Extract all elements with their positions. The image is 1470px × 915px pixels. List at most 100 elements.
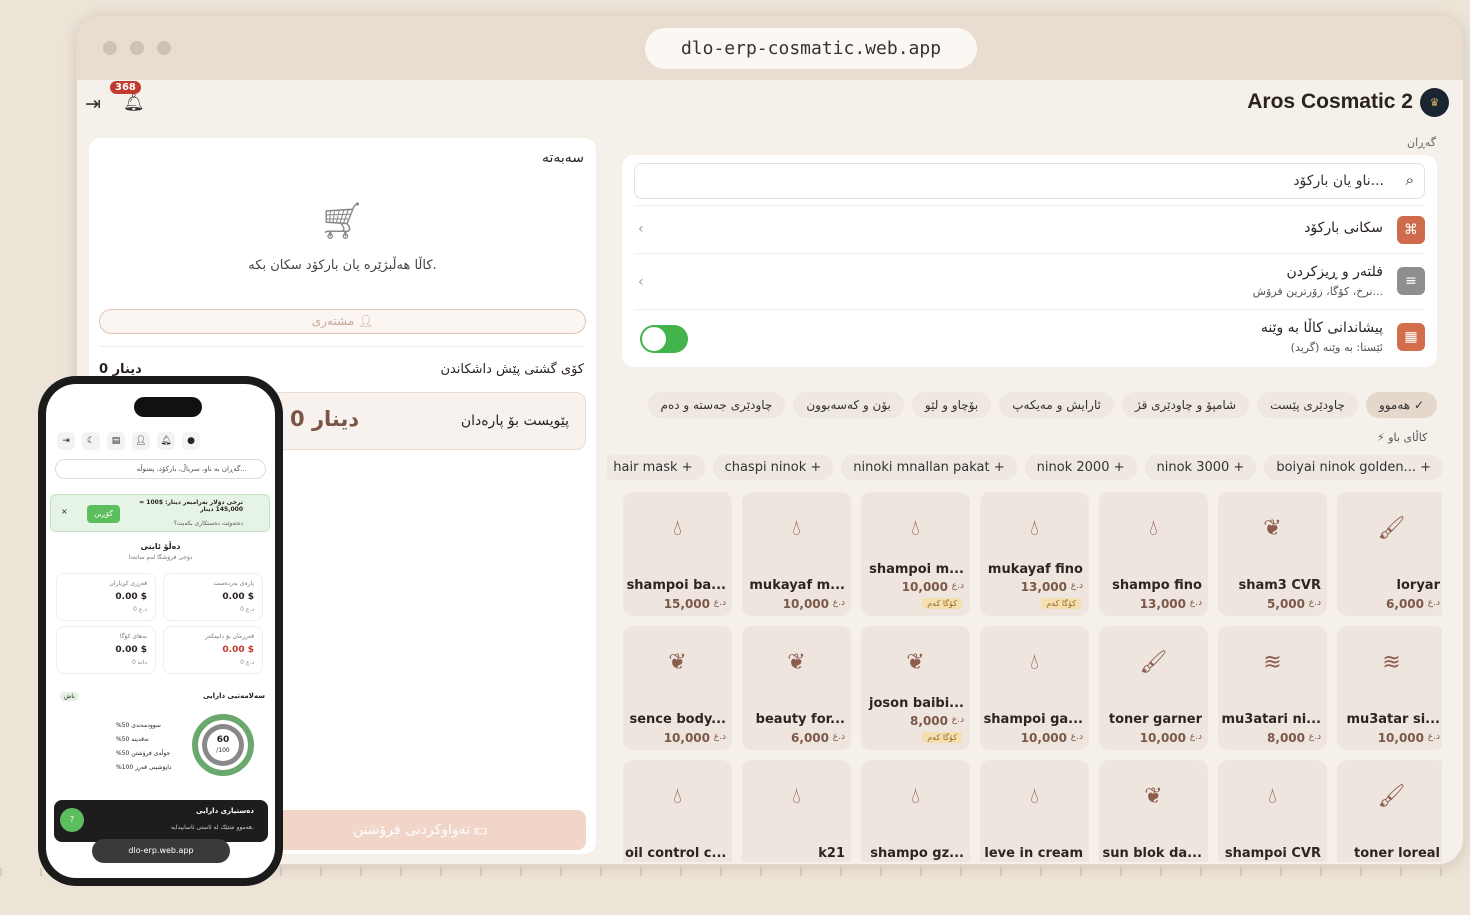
product-name: mu3atar si... (1346, 712, 1440, 727)
user-icon: 👤︎ (357, 314, 374, 328)
product-name: sence body... (629, 712, 727, 727)
product-card[interactable]: 💧︎ shampo fino 13,000 د.ع (1099, 492, 1208, 616)
bell-icon[interactable]: 🔔︎ (157, 432, 175, 450)
product-card[interactable]: ❦ sence body... 10,000 د.ع (623, 626, 732, 750)
phone-screen: ⇥ ☾ ▤ 👤︎ 🔔︎ ● گەڕان بە ناو، سریاڵ، بارکۆد، پس… (46, 384, 275, 878)
product-card[interactable]: 💧︎ oil control c... (623, 760, 732, 862)
health-score: 60 (216, 735, 230, 745)
close-icon[interactable]: × (61, 507, 68, 516)
product-card[interactable]: 💧︎ shampo gz... (861, 760, 970, 862)
leaf-icon: ❦ (787, 650, 806, 675)
health-score-max: /100 (216, 747, 230, 754)
product-card[interactable]: ❦sun blok da...8,000د.ع (1099, 760, 1208, 862)
product-card[interactable]: 🖌︎ toner garner 10,000 د.ع (1099, 626, 1208, 750)
phone-toolbar: ⇥ ☾ ▤ 👤︎ 🔔︎ ● (57, 432, 200, 450)
product-card[interactable]: ❦ joson baibi... 8,000 د.ع کۆگا کەم (861, 626, 970, 750)
quick-item[interactable]: + ninok 3000 (1144, 455, 1257, 480)
category-tab[interactable]: چاودێری پێست (1257, 392, 1358, 418)
category-tab[interactable]: شامپۆ و چاودێری قژ (1121, 392, 1250, 418)
sliders-icon: ≡ (1397, 267, 1425, 295)
quick-item[interactable]: + ninoki mnallan pakat (841, 455, 1017, 480)
checkout-button[interactable]: تەواوکردنی فرۆشتن 💵︎ (254, 810, 586, 850)
checkout-label: تەواوکردنی فرۆشتن (352, 822, 471, 838)
brand-logo-icon: ♛ (1420, 88, 1449, 117)
currency-label: د.ع (1070, 581, 1083, 591)
grid-view-toggle[interactable] (640, 325, 688, 353)
phone-address-bar[interactable]: dlo-erp.web.app (92, 839, 230, 863)
product-price: 10,000 (663, 731, 710, 745)
logout-icon[interactable]: ⇥ (57, 432, 75, 450)
product-card[interactable]: 💧︎ shampoi ga... 10,000 د.ع (980, 626, 1089, 750)
product-price: 10,000 (1139, 731, 1186, 745)
quick-item[interactable]: + hair mask (607, 455, 705, 480)
scan-barcode-row[interactable]: ‹ سکانی بارکۆد ⌘ (634, 205, 1425, 253)
category-tab[interactable]: چاودێری جەستە و دەم (647, 392, 786, 418)
product-card[interactable]: ❦ beauty for... 6,000 د.ع (742, 626, 851, 750)
url-bar[interactable]: dlo-erp-cosmatic.web.app (645, 28, 977, 69)
close-dot[interactable] (103, 41, 117, 55)
product-card[interactable]: ≋ mu3atari ni... 8,000 د.ع (1218, 626, 1327, 750)
health-title: سەلامەتیی دارایی (202, 692, 265, 700)
stat-card: پارەی بەردەست 0.00 $0 د.ع (163, 573, 263, 621)
customer-select[interactable]: مشتەری 👤︎ (99, 309, 586, 334)
product-card[interactable]: 💧︎ k21 (742, 760, 851, 862)
filter-row[interactable]: ‹ فلتەر و ڕیزکردن نرخ، کۆگا، زۆرترین فرۆ… (634, 253, 1425, 309)
calculator-icon[interactable]: ▤ (107, 432, 125, 450)
currency-label: د.ع (832, 598, 845, 608)
product-name: shampoi ga... (983, 712, 1083, 727)
phone-search-input[interactable]: گەڕان بە ناو، سریاڵ، بارکۆد، پسوڵە... (55, 459, 266, 479)
drop-icon: 💧︎ (1030, 516, 1039, 541)
bell-icon[interactable]: 🔔︎ (123, 93, 145, 113)
product-name: mu3atari ni... (1221, 712, 1321, 727)
product-card[interactable]: 💧︎ leve in cream (980, 760, 1089, 862)
category-tab[interactable]: بۆن و کەسەبوون (793, 392, 904, 418)
product-name: shampoi m... (869, 562, 964, 577)
drop-icon: 💧︎ (792, 784, 801, 809)
health-row: %50 نەقدینە (116, 736, 149, 743)
advisor-title: دەستیاری دارایی (196, 807, 254, 815)
phone-panel-title: دەڵۆ ئابنی (140, 542, 181, 551)
leaf-icon: ❦ (906, 650, 925, 675)
filter-label: فلتەر و ڕیزکردن (1286, 264, 1383, 280)
user-icon[interactable]: 👤︎ (132, 432, 150, 450)
address-text: dlo-erp.web.app (128, 846, 194, 855)
currency-label: د.ع (951, 715, 964, 725)
brush-icon: 🖌︎ (1377, 784, 1406, 809)
category-tab[interactable]: ئارایش و مەیکەپ (999, 392, 1114, 418)
product-price: 13,000 (1020, 580, 1067, 594)
currency-label: د.ع (951, 581, 964, 591)
moon-icon[interactable]: ☾ (82, 432, 100, 450)
advisor-card[interactable]: ? دەستیاری دارایی هەموو شتێک لە ئاستی ئا… (54, 800, 268, 842)
rate-text: نرخی دۆلار بەرامبەر دینار: $100 = 145,00… (139, 499, 243, 513)
product-card[interactable]: 💧︎ mukayaf fino 13,000 د.ع کۆگا کەم (980, 492, 1089, 616)
quick-item[interactable]: + boiyai ninok golden... (1264, 455, 1443, 480)
product-card[interactable]: 💧︎ shampoi ba... 15,000 د.ع (623, 492, 732, 616)
product-price: 10,000 (1377, 731, 1424, 745)
minimize-dot[interactable] (130, 41, 144, 55)
product-card[interactable]: 💧︎ mukayaf m... 10,000 د.ع (742, 492, 851, 616)
divider (99, 346, 586, 347)
subtotal-value: 0 دینار (99, 362, 142, 377)
logout-icon[interactable]: ⇥ (85, 93, 101, 115)
maximize-dot[interactable] (157, 41, 171, 55)
currency-label: د.ع (1189, 732, 1202, 742)
phone-mockup: ⇥ ☾ ▤ 👤︎ 🔔︎ ● گەڕان بە ناو، سریاڵ، بارکۆد، پس… (38, 376, 283, 886)
product-card[interactable]: ❦ sham3 CVR 5,000 د.ع (1218, 492, 1327, 616)
health-row: %100 داپۆشینی قەرز (116, 764, 172, 771)
product-name: shampo gz... (870, 846, 964, 861)
currency-label: د.ع (1070, 732, 1083, 742)
category-tab[interactable]: بۆچاو و لێو (911, 392, 992, 418)
notification-badge: 368 (110, 81, 141, 94)
product-card[interactable]: 🖌︎ loryar 6,000 د.ع (1337, 492, 1442, 616)
product-name: mukayaf fino (987, 562, 1083, 577)
product-card[interactable]: ≋ mu3atar si... 10,000 د.ع (1337, 626, 1442, 750)
drop-icon: 💧︎ (1030, 650, 1039, 675)
wind-icon: ≋ (1382, 650, 1401, 675)
search-input[interactable]: ناو یان بارکۆد... ⌕ (634, 163, 1425, 199)
product-card[interactable]: 🖌︎ toner loreal (1337, 760, 1442, 862)
quick-item[interactable]: + chaspi ninok (712, 455, 834, 480)
category-all[interactable]: ✓ هەموو (1365, 392, 1437, 418)
quick-item[interactable]: + ninok 2000 (1024, 455, 1137, 480)
product-card[interactable]: 💧︎ shampoi m... 10,000 د.ع کۆگا کەم (861, 492, 970, 616)
product-card[interactable]: 💧︎ shampoi CVR (1218, 760, 1327, 862)
